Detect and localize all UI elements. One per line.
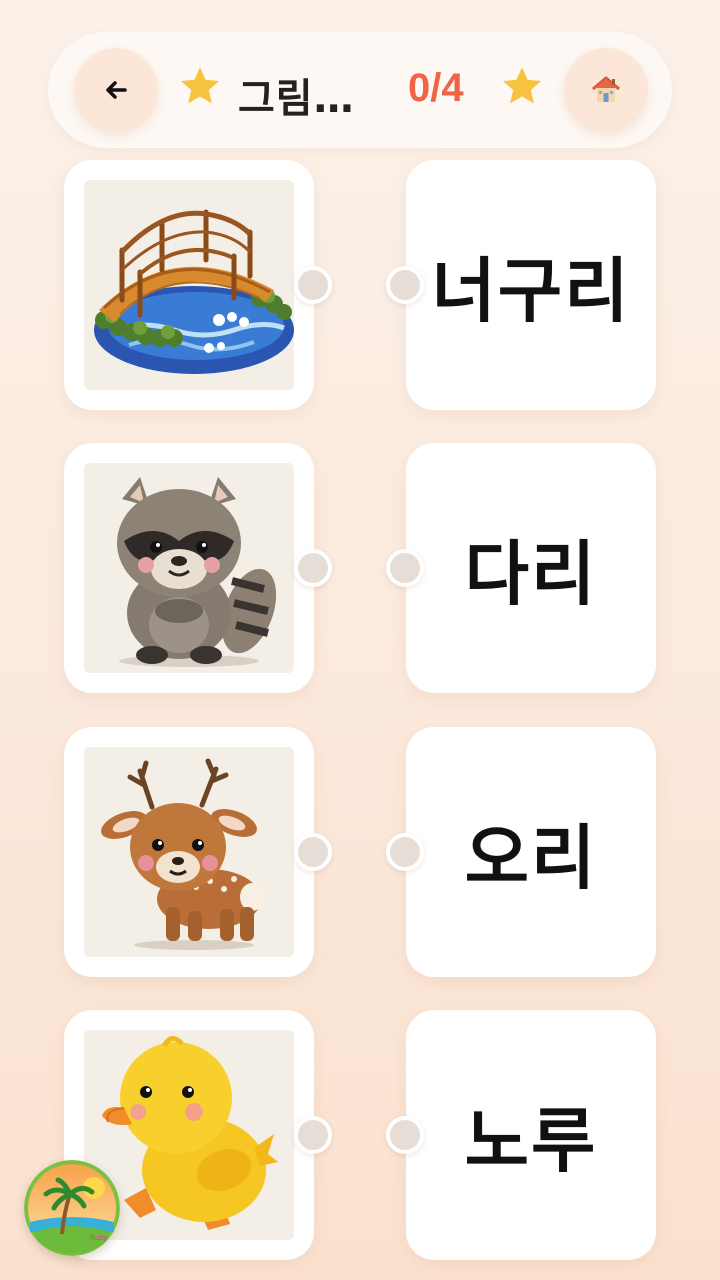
- beach-island-icon: Ruby: [24, 1160, 120, 1256]
- svg-text:Ruby: Ruby: [90, 1234, 109, 1242]
- word-card-2[interactable]: 다리: [406, 443, 656, 693]
- word-label: 노루: [464, 1099, 598, 1182]
- match-dot-word-2[interactable]: [386, 549, 424, 587]
- home-button[interactable]: [564, 48, 648, 132]
- match-dot-picture-2[interactable]: [294, 549, 332, 587]
- star-icon: [180, 67, 220, 104]
- match-dot-word-4[interactable]: [386, 1116, 424, 1154]
- score-counter: 0/4: [408, 66, 464, 110]
- match-dot-word-3[interactable]: [386, 833, 424, 871]
- bridge-icon: [84, 180, 294, 390]
- word-card-4[interactable]: 노루: [406, 1010, 656, 1260]
- page-title: 그림…: [238, 76, 355, 122]
- raccoon-icon: [84, 463, 294, 673]
- word-label: 오리: [464, 816, 598, 899]
- back-button[interactable]: [74, 48, 158, 132]
- profile-badge[interactable]: Ruby: [24, 1160, 120, 1256]
- word-label: 다리: [464, 532, 598, 615]
- star-icon: [502, 67, 542, 104]
- match-dot-picture-1[interactable]: [294, 266, 332, 304]
- bridge-image: [84, 180, 294, 390]
- house-icon: [592, 76, 620, 102]
- raccoon-image: [84, 463, 294, 673]
- match-dot-picture-3[interactable]: [294, 833, 332, 871]
- picture-card-deer[interactable]: [64, 727, 314, 977]
- word-card-1[interactable]: 너구리: [406, 160, 656, 410]
- match-dot-word-1[interactable]: [386, 266, 424, 304]
- deer-image: [84, 747, 294, 957]
- picture-card-raccoon[interactable]: [64, 443, 314, 693]
- picture-card-bridge[interactable]: [64, 160, 314, 410]
- word-card-3[interactable]: 오리: [406, 727, 656, 977]
- header-bar: 그림… 0/4: [48, 32, 672, 148]
- deer-icon: [84, 747, 294, 957]
- arrow-left-icon: [106, 81, 127, 99]
- word-label: 너구리: [431, 249, 631, 332]
- match-dot-picture-4[interactable]: [294, 1116, 332, 1154]
